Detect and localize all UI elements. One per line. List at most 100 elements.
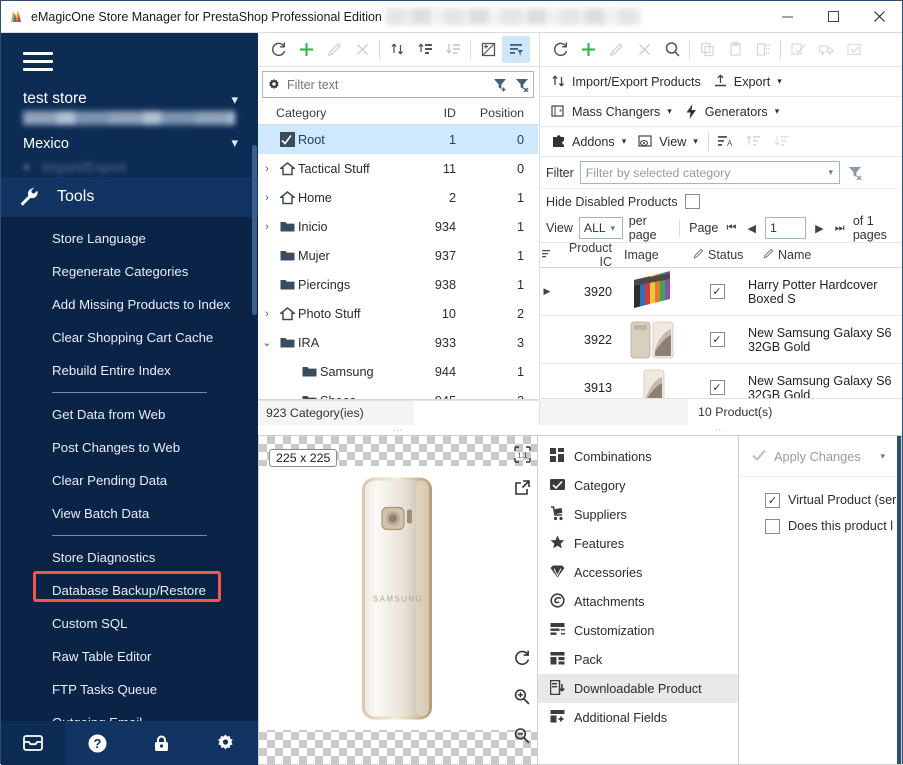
apply-changes-button[interactable]: Apply Changes ▾ xyxy=(739,436,901,477)
tab-suppliers[interactable]: Suppliers xyxy=(538,500,738,529)
gear-icon[interactable] xyxy=(263,78,285,92)
tab-downloadable-product[interactable]: Downloadable Product xyxy=(538,674,738,703)
product-grid[interactable]: ▶ 3920 ✓ Harry Potter Hardcover Boxed S … xyxy=(540,268,902,398)
rotate-icon[interactable] xyxy=(513,649,531,670)
sidebar-item-clear-pending-data[interactable]: Clear Pending Data xyxy=(1,464,258,497)
category-row-photo-stuff[interactable]: › Photo Stuff 10 2 xyxy=(258,299,538,328)
tab-attachments[interactable]: Attachments xyxy=(538,587,738,616)
open-external-icon[interactable] xyxy=(514,479,531,499)
sidebar-item-get-data-from-web[interactable]: Get Data from Web xyxy=(1,398,258,431)
import-export-products-button[interactable]: Import/Export Products xyxy=(546,71,708,92)
close-button[interactable] xyxy=(856,1,902,32)
per-page-select[interactable]: ALL ▾ xyxy=(578,217,623,239)
expander-icon[interactable]: ⌄ xyxy=(258,336,276,349)
category-row-piercings[interactable]: Piercings 938 1 xyxy=(258,270,538,299)
menu-toggle-button[interactable] xyxy=(1,33,258,86)
settings-icon[interactable] xyxy=(193,721,257,765)
sidebar-item-rebuild-entire-index[interactable]: Rebuild Entire Index xyxy=(1,354,258,387)
minimize-button[interactable] xyxy=(764,1,810,32)
view-button[interactable]: View ▾ xyxy=(633,131,705,152)
category-row-ira[interactable]: ⌄ IRA 933 3 xyxy=(258,328,538,357)
sidebar-item-ftp-tasks-queue[interactable]: FTP Tasks Queue xyxy=(1,673,258,706)
edit-icon[interactable] xyxy=(602,36,630,63)
delete-icon[interactable] xyxy=(348,36,376,63)
generators-button[interactable]: Generators ▾ xyxy=(679,101,787,122)
checkbox[interactable]: ✓ xyxy=(709,332,725,347)
zoom-out-icon[interactable] xyxy=(513,727,531,748)
tab-combinations[interactable]: Combinations xyxy=(538,442,738,471)
product-status-checkbox[interactable]: ✓ xyxy=(686,380,748,395)
tab-customization[interactable]: Customization xyxy=(538,616,738,645)
sort-desc-icon[interactable] xyxy=(768,128,796,155)
virtual-product-checkbox[interactable]: ✓ xyxy=(765,492,780,508)
chevron-down-icon[interactable]: ▾ xyxy=(880,451,885,462)
category-filter-input[interactable] xyxy=(285,76,489,93)
duplicate-icon[interactable] xyxy=(749,36,777,63)
add-icon[interactable] xyxy=(292,36,320,63)
column-header-name[interactable]: Name xyxy=(778,248,811,262)
refresh-icon[interactable] xyxy=(546,36,574,63)
column-header-category[interactable]: Category xyxy=(276,106,400,120)
does-this-product-checkbox[interactable] xyxy=(765,518,780,534)
import-list-icon[interactable] xyxy=(439,36,467,63)
product-status-checkbox[interactable]: ✓ xyxy=(686,332,748,347)
sidebar-item-database-backup-restore[interactable]: Database Backup/Restore xyxy=(1,571,258,607)
sidebar-item-custom-sql[interactable]: Custom SQL xyxy=(1,607,258,640)
sidebar-item-add-missing-products[interactable]: Add Missing Products to Index xyxy=(1,288,258,321)
search-icon[interactable] xyxy=(658,36,686,63)
checkbox[interactable]: ✓ xyxy=(709,284,725,299)
tab-features[interactable]: Features xyxy=(538,529,738,558)
product-row[interactable]: 3922 ✓ New Samsung Galaxy S6 32GB Gold xyxy=(540,316,902,364)
expander-icon[interactable]: › xyxy=(258,221,276,233)
export-button[interactable]: Export ▾ xyxy=(708,71,789,92)
filter-icon[interactable] xyxy=(502,36,530,63)
category-row-samsung[interactable]: Samsung 944 1 xyxy=(258,357,538,386)
image-preview-panel[interactable]: 225 x 225 1:1 SAMSUNG xyxy=(258,435,538,765)
sidebar-section-tools[interactable]: Tools xyxy=(1,177,258,217)
help-icon[interactable]: ? xyxy=(65,721,129,765)
splitter-handle-right[interactable]: ⋯ xyxy=(538,425,902,436)
expand-collapse-icon[interactable] xyxy=(474,36,502,63)
category-row-shoes[interactable]: Shoes 945 2 xyxy=(258,386,538,399)
sort-alpha-icon[interactable]: A xyxy=(712,128,740,155)
expander-icon[interactable]: › xyxy=(258,308,276,320)
last-page-button[interactable]: ⏭ xyxy=(833,222,847,235)
edit-icon[interactable] xyxy=(320,36,348,63)
move-updown-icon[interactable] xyxy=(383,36,411,63)
checkbox[interactable]: ✓ xyxy=(709,380,725,395)
sidebar-item-store-language[interactable]: Store Language xyxy=(1,222,258,255)
expander-icon[interactable]: › xyxy=(258,163,276,175)
first-page-button[interactable]: ⏮ xyxy=(724,222,738,235)
sort-asc-icon[interactable] xyxy=(740,128,768,155)
lock-icon[interactable] xyxy=(129,721,193,765)
checkall-icon[interactable] xyxy=(784,36,812,63)
chevron-down-icon[interactable]: ▾ xyxy=(823,167,839,178)
clear-filter-icon[interactable] xyxy=(846,165,866,180)
category-row-home[interactable]: › Home 2 1 xyxy=(258,183,538,212)
product-status-checkbox[interactable]: ✓ xyxy=(686,284,748,299)
addons-button[interactable]: Addons ▾ xyxy=(546,131,633,152)
copy-icon[interactable] xyxy=(693,36,721,63)
product-row[interactable]: ▶ 3920 ✓ Harry Potter Hardcover Boxed S xyxy=(540,268,902,316)
sidebar-item-store-diagnostics[interactable]: Store Diagnostics xyxy=(1,541,258,574)
grid-menu-icon[interactable] xyxy=(540,248,554,262)
virtual-product-row[interactable]: ✓ Virtual Product (ser xyxy=(739,487,901,513)
tab-additional-fields[interactable]: Additional Fields xyxy=(538,703,738,732)
tab-accessories[interactable]: Accessories xyxy=(538,558,738,587)
category-filter-bar[interactable] xyxy=(262,71,534,98)
approve-icon[interactable] xyxy=(840,36,868,63)
column-header-image[interactable]: Image xyxy=(620,248,690,262)
category-row-mujer[interactable]: Mujer 937 1 xyxy=(258,241,538,270)
shipping-icon[interactable] xyxy=(812,36,840,63)
does-this-product-row[interactable]: Does this product l xyxy=(739,513,901,539)
content-scrollbar[interactable] xyxy=(897,436,901,764)
store-selector[interactable]: test store ▾ xyxy=(1,86,258,127)
column-header-id[interactable]: ID xyxy=(400,106,472,120)
chevron-down-icon[interactable]: ▾ xyxy=(606,223,620,234)
column-header-status[interactable]: Status xyxy=(708,248,743,262)
column-header-position[interactable]: Position xyxy=(472,106,538,120)
maximize-button[interactable] xyxy=(810,1,856,32)
sidebar-item-post-changes-to-web[interactable]: Post Changes to Web xyxy=(1,431,258,464)
category-row-root[interactable]: Root 1 0 xyxy=(258,125,538,154)
archive-icon[interactable] xyxy=(1,721,65,765)
